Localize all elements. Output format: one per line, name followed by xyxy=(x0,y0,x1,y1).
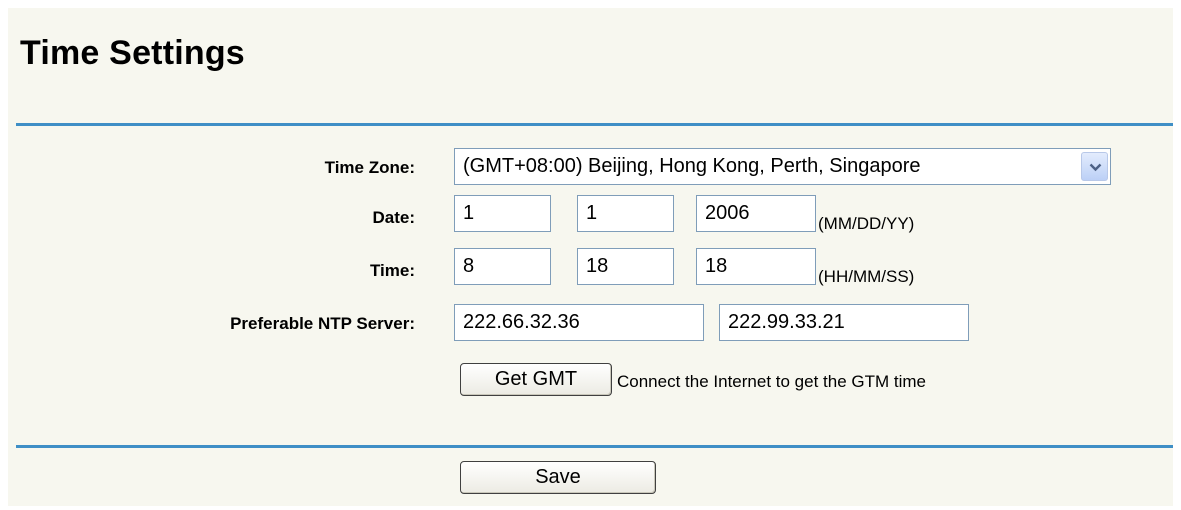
save-button[interactable]: Save xyxy=(460,461,656,494)
time-minute-input[interactable] xyxy=(577,248,674,285)
date-year-input[interactable] xyxy=(696,195,816,232)
top-divider xyxy=(16,123,1173,126)
time-zone-select[interactable]: (GMT+08:00) Beijing, Hong Kong, Perth, S… xyxy=(454,148,1111,185)
get-gmt-button[interactable]: Get GMT xyxy=(460,363,612,396)
ntp-server-label: Preferable NTP Server: xyxy=(230,314,415,333)
ntp-primary-input[interactable] xyxy=(454,304,704,341)
date-month-input[interactable] xyxy=(454,195,551,232)
time-format-hint: (HH/MM/SS) xyxy=(818,267,915,286)
bottom-divider xyxy=(16,445,1173,448)
time-settings-page: Time Settings Time Zone: (GMT+08:00) Bei… xyxy=(8,8,1173,506)
ntp-secondary-input[interactable] xyxy=(719,304,969,341)
date-label: Date: xyxy=(372,208,415,227)
page-title: Time Settings xyxy=(20,34,245,72)
date-format-hint: (MM/DD/YY) xyxy=(818,214,915,233)
time-zone-selected-value: (GMT+08:00) Beijing, Hong Kong, Perth, S… xyxy=(463,155,921,177)
time-hour-input[interactable] xyxy=(454,248,551,285)
dropdown-button[interactable] xyxy=(1081,152,1108,181)
time-label: Time: xyxy=(369,261,415,280)
date-day-input[interactable] xyxy=(577,195,674,232)
time-zone-label: Time Zone: xyxy=(324,158,415,177)
chevron-down-icon xyxy=(1089,163,1102,172)
get-gmt-description: Connect the Internet to get the GTM time xyxy=(617,372,926,391)
time-second-input[interactable] xyxy=(696,248,816,285)
